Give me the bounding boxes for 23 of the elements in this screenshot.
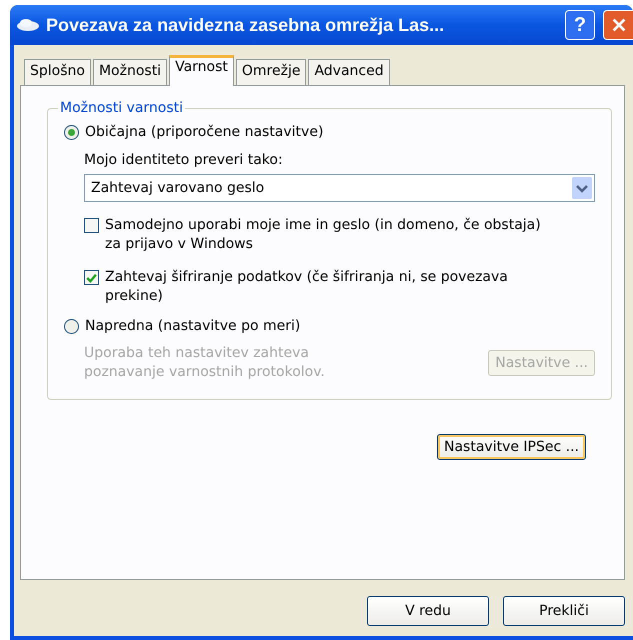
checkbox-label: Samodejno uporabi moje ime in geslo (in domeno, če obstaja) za prijavo v Windows xyxy=(105,216,542,254)
identity-label: Mojo identiteto preveri tako: xyxy=(84,152,284,168)
description-text: Uporaba teh nastavitev zahteva poznavanje varnostnih protokolov. xyxy=(84,344,326,382)
radio-button[interactable] xyxy=(64,124,79,140)
ok-button[interactable]: V redu xyxy=(367,596,489,626)
ipsec-settings-button[interactable]: Nastavitve IPSec ... xyxy=(437,434,586,460)
tab[interactable]: Možnosti xyxy=(92,59,168,85)
window-title: Povezava za navidezna zasebna omrežja Las... xyxy=(46,14,446,36)
cancel-button[interactable]: Prekliči xyxy=(503,596,625,626)
tab[interactable]: Advanced xyxy=(308,59,390,85)
checkbox[interactable] xyxy=(84,270,99,285)
identity-dropdown[interactable]: Zahtevaj varovano geslo xyxy=(84,174,595,202)
checkbox-label: Zahtevaj šifriranje podatkov (če šifriranja ni, se povezava prekine) xyxy=(105,268,509,306)
tab[interactable]: Omrežje xyxy=(236,59,306,85)
tab[interactable]: Splošno xyxy=(24,59,91,85)
checkbox[interactable] xyxy=(84,218,99,233)
cloud-icon xyxy=(16,18,40,32)
help-button[interactable]: ? xyxy=(565,10,595,40)
radio-label: Običajna (priporočene nastavitve) xyxy=(85,124,324,140)
radio-label: Napredna (nastavitve po meri) xyxy=(85,318,300,334)
tab[interactable]: Varnost xyxy=(169,55,234,86)
close-button[interactable] xyxy=(603,10,633,40)
group-title: Možnosti varnosti xyxy=(59,100,184,116)
